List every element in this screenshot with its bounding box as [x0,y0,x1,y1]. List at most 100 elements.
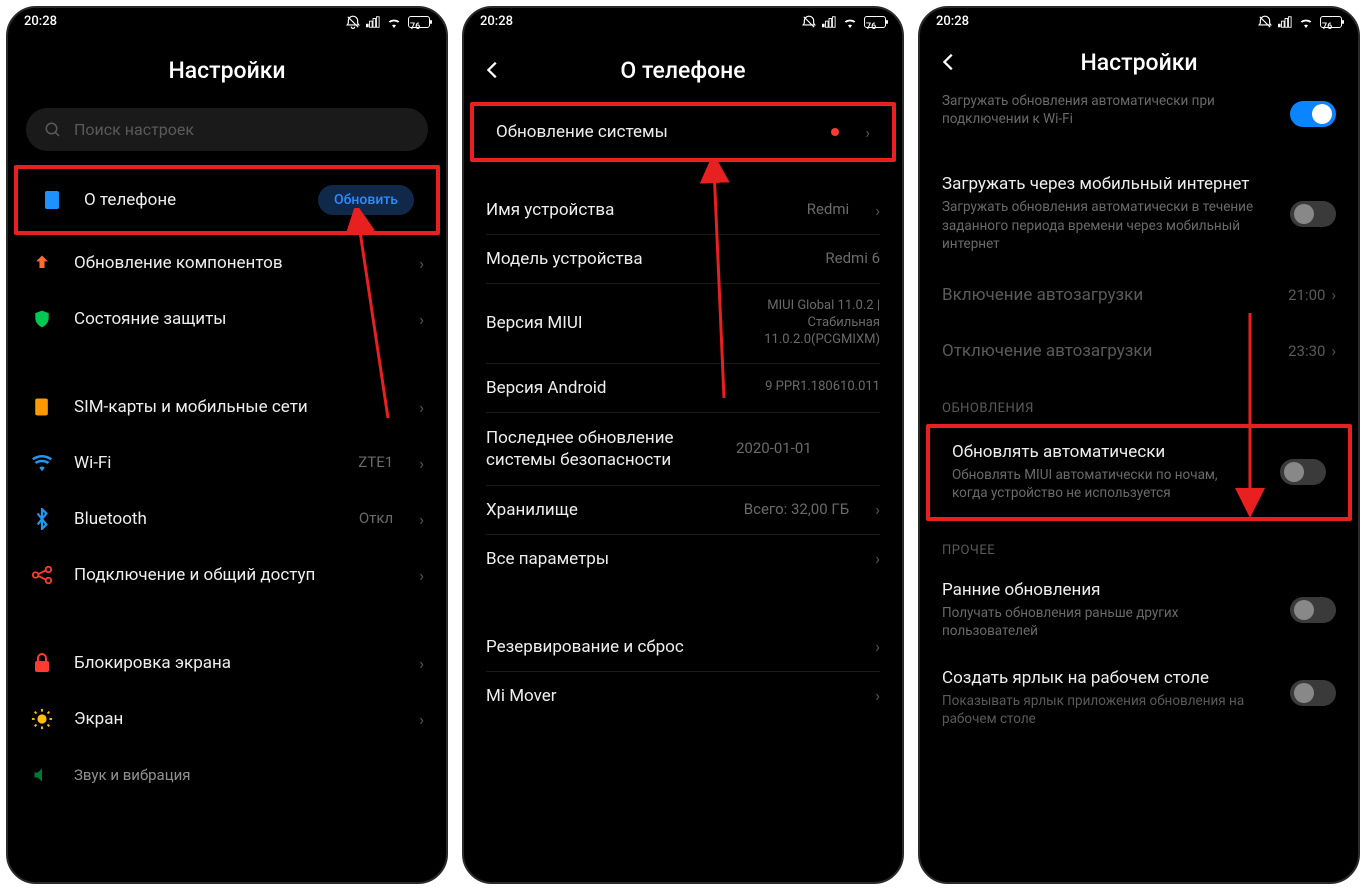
item-value: Redmi 6 [825,249,880,269]
setting-subtitle: Показывать ярлык приложения обновления н… [942,692,1336,728]
item-label: О телефоне [84,190,298,210]
item-backup-reset[interactable]: Резервирование и сброс › [464,623,902,671]
section-header-updates: ОБНОВЛЕНИЯ [920,379,1358,424]
item-device-name[interactable]: Имя устройства Redmi › [464,186,902,234]
toggle-early-updates[interactable] [1290,597,1336,623]
setting-title: Обновлять автоматически [952,442,1326,462]
chevron-right-icon: › [419,566,424,585]
settings-item-wifi[interactable]: Wi-Fi ZTE1 › [8,435,446,491]
toggle-auto-update[interactable] [1280,459,1326,485]
status-icons: 76 [1258,15,1342,29]
setting-mobile-download[interactable]: Загружать через мобильный интернет Загру… [920,160,1358,267]
item-value: MIUI Global 11.0.2 | Стабильная 11.0.2.0… [700,298,880,349]
chevron-right-icon: › [419,510,424,529]
status-icons: 76 [346,15,430,29]
item-all-specs[interactable]: Все параметры › [464,535,902,583]
status-time: 20:28 [936,14,969,29]
settings-item-about-phone[interactable]: О телефоне Обновить [18,169,436,231]
item-label: Блокировка экрана [74,653,393,673]
bluetooth-icon [30,507,54,531]
settings-item-components-update[interactable]: Обновление компонентов › [8,235,446,291]
settings-item-sharing[interactable]: Подключение и общий доступ › [8,547,446,603]
chevron-right-icon: › [419,310,424,329]
setting-auto-download-wifi[interactable]: Загружать обновления автоматически при п… [920,86,1358,142]
item-label: Mi Mover [486,686,849,706]
item-security-patch[interactable]: Последнее обновление системы безопасност… [464,413,902,485]
item-label: Звук и вибрация [74,766,424,784]
back-button[interactable] [482,59,504,85]
item-system-update[interactable]: Обновление системы › [474,106,892,158]
update-button[interactable]: Обновить [318,185,414,215]
chevron-right-icon: › [875,637,880,656]
item-mi-mover[interactable]: Mi Mover › [464,672,902,720]
screen-header: Настройки [8,31,446,102]
item-label: SIM-карты и мобильные сети [74,397,393,417]
item-value: 2020-01-01 [736,439,812,459]
toggle-wifi-auto[interactable] [1290,101,1336,127]
setting-desktop-shortcut[interactable]: Создать ярлык на рабочем столе Показыват… [920,654,1358,732]
setting-early-updates[interactable]: Ранние обновления Получать обновления ра… [920,566,1358,654]
item-device-model[interactable]: Модель устройства Redmi 6 [464,235,902,283]
chevron-right-icon: › [875,549,880,568]
chevron-right-icon: › [865,123,870,142]
item-miui-version[interactable]: Версия MIUI MIUI Global 11.0.2 | Стабиль… [464,284,902,363]
item-value: ZTE1 [358,453,393,473]
settings-item-security-status[interactable]: Состояние защиты › [8,291,446,347]
chevron-right-icon: › [419,454,424,473]
signal-icon [1278,16,1292,28]
item-label: Версия Android [486,378,745,398]
highlight-system-update: Обновление системы › [470,102,896,162]
page-title: О телефоне [620,57,745,84]
item-label: Последнее обновление системы безопасност… [486,427,716,471]
toggle-mobile-download[interactable] [1290,201,1336,227]
screen-header: О телефоне [464,31,902,102]
settings-item-bluetooth[interactable]: Bluetooth Откл › [8,491,446,547]
back-button[interactable] [938,51,960,77]
setting-label: Включение автозагрузки [942,285,1143,305]
toggle-shortcut[interactable] [1290,680,1336,706]
chevron-right-icon: › [419,710,424,729]
dnd-icon [346,15,360,29]
setting-title: Ранние обновления [942,580,1336,600]
page-title: Настройки [1080,49,1197,76]
setting-title: Загружать через мобильный интернет [942,174,1336,194]
setting-subtitle: Загружать обновления автоматически при п… [942,92,1336,128]
page-title: Настройки [168,57,285,84]
item-label: Обновление системы [496,122,811,142]
setting-auto-update[interactable]: Обновлять автоматически Обновлять MIUI а… [930,428,1348,516]
shield-icon [30,307,54,331]
status-time: 20:28 [480,14,513,29]
setting-subtitle: Получать обновления раньше других пользо… [942,604,1336,640]
settings-item-display[interactable]: Экран › [8,691,446,747]
settings-item-lockscreen[interactable]: Блокировка экрана › [8,635,446,691]
dnd-icon [1258,15,1272,29]
screen-header: Настройки [920,31,1358,86]
search-input[interactable]: Поиск настроек [26,108,428,151]
phone-icon [40,188,64,212]
item-android-version[interactable]: Версия Android 9 PPR1.180610.011 [464,364,902,412]
sim-icon [30,395,54,419]
dnd-icon [802,15,816,29]
search-placeholder: Поиск настроек [74,120,194,139]
item-label: Все параметры [486,549,849,569]
wifi-icon [386,16,402,28]
settings-item-sim[interactable]: SIM-карты и мобильные сети › [8,379,446,435]
battery-icon: 76 [1320,16,1342,28]
item-label: Подключение и общий доступ [74,565,393,585]
battery-icon: 76 [864,16,886,28]
item-label: Модель устройства [486,249,805,269]
setting-label: Отключение автозагрузки [942,341,1152,361]
item-storage[interactable]: Хранилище Всего: 32,00 ГБ › [464,486,902,534]
item-label: Состояние защиты [74,309,393,329]
setting-value: 23:30 [1288,342,1325,360]
signal-icon [822,16,836,28]
item-label: Версия MIUI [486,313,680,333]
status-bar: 20:28 76 [464,8,902,31]
phone-screen-1: 20:28 76 Настройки Поиск настроек О теле… [6,6,448,884]
item-label: Wi-Fi [74,453,338,473]
battery-icon: 76 [408,16,430,28]
chevron-right-icon: › [1331,286,1336,304]
settings-item-sound[interactable]: Звук и вибрация [8,747,446,803]
item-label: Обновление компонентов [74,253,393,273]
setting-subtitle: Загружать обновления автоматически в теч… [942,198,1336,253]
